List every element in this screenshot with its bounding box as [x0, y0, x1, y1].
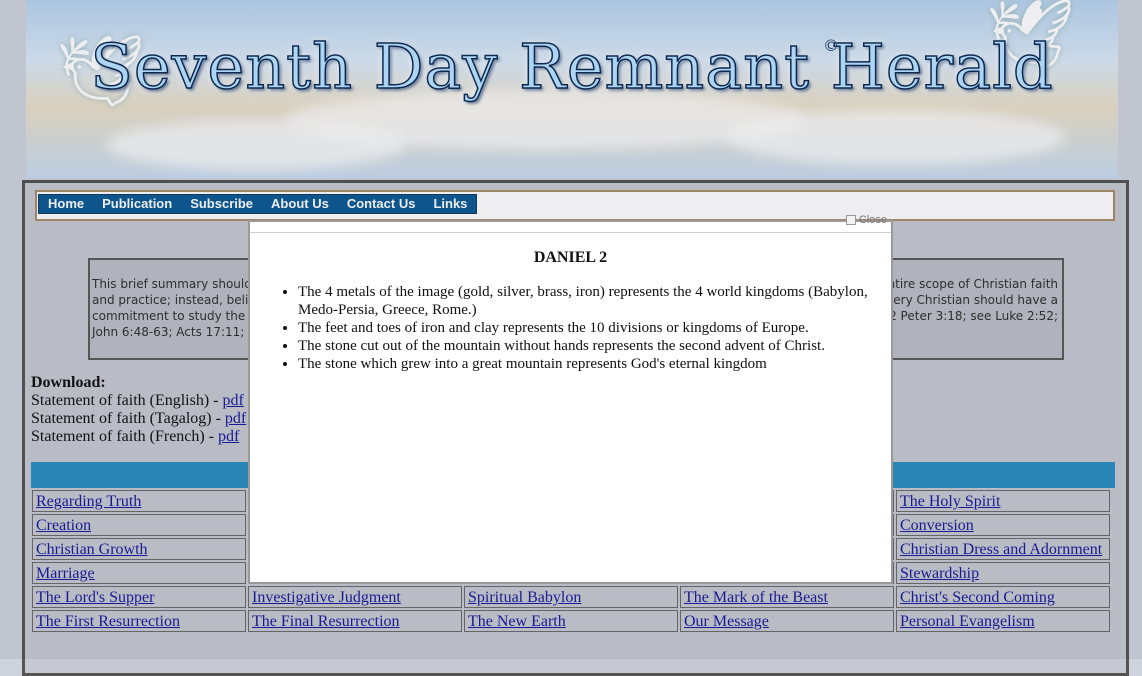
modal-header: Close [250, 214, 891, 233]
modal-list: The 4 metals of the image (gold, silver,… [278, 283, 888, 373]
list-item: The stone cut out of the mountain withou… [298, 337, 888, 355]
close-icon [845, 215, 856, 225]
topic-modal: Close DANIEL 2 The 4 metals of the image… [248, 214, 893, 584]
modal-title: DANIEL 2 [533, 249, 608, 266]
list-item: The feet and toes of iron and clay repre… [298, 319, 888, 337]
list-item: The stone which grew into a great mounta… [298, 355, 888, 373]
list-item: The 4 metals of the image (gold, silver,… [298, 283, 888, 319]
close-button[interactable]: Close [845, 214, 887, 226]
close-label: Close [858, 214, 887, 226]
